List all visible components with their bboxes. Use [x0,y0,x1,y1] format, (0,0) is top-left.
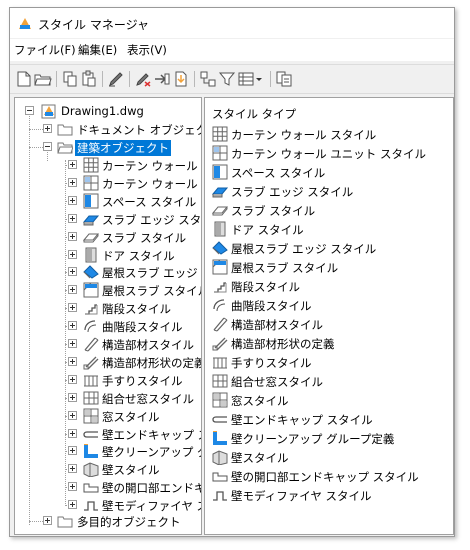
slab-edge-icon [83,215,99,226]
space-icon [83,193,99,209]
member-shape-icon [212,337,228,351]
open-icon[interactable] [34,70,52,88]
menu-view[interactable]: 表示(V) [127,42,167,58]
window-assembly-icon [83,391,99,405]
curtain-wall-unit-icon [83,175,99,191]
roof-slab-edge-icon [212,241,228,255]
wall-modifier-icon [84,501,98,511]
door-icon [214,221,226,237]
window-assembly-icon [212,374,228,388]
purge-icon[interactable] [134,70,152,88]
wall-cleanup-icon [84,444,98,459]
slab-edge-icon [212,187,228,198]
door-icon [85,247,97,262]
opening-endcap-icon [83,483,99,493]
curved-stair-icon [213,299,226,312]
wall-endcap-icon [83,430,98,438]
app-icon [19,18,31,29]
view-mode-icon[interactable] [237,70,255,88]
window-icon [212,392,228,408]
folder-open-icon [57,142,73,154]
curtain-wall-icon [83,157,99,173]
railing-icon [213,357,227,369]
toggle-view-icon[interactable] [199,70,217,88]
wall-modifier-icon [213,491,227,501]
stair-icon [214,282,227,293]
stair-icon [85,304,98,315]
dropdown-icon[interactable] [254,70,264,88]
member-shape-icon [83,356,99,370]
filter-icon[interactable] [218,70,236,88]
wall-icon [83,462,99,478]
roof-slab-icon [83,282,99,298]
import-icon[interactable] [172,70,190,88]
curved-stair-icon [84,320,97,333]
window-title: スタイル マネージャ [38,18,149,32]
member-icon [213,317,228,332]
window-icon [83,408,99,424]
style-manager-window: スタイル マネージャ ファイル(F) 編集(E) 表示(V) Drawing1.… [9,7,455,537]
wall-icon [212,450,228,465]
wall-endcap-icon [212,416,227,423]
style-tree: Drawing1.dwg ドキュメント オブジェクト 建築オブジェクト カーテン… [14,97,202,535]
slab-icon [212,206,228,216]
opening-endcap-icon [212,472,228,482]
roof-slab-edge-icon [83,265,99,280]
edit-style-icon[interactable] [107,70,125,88]
paste-icon[interactable] [80,70,98,88]
copy-icon[interactable] [61,70,79,88]
curtain-wall-unit-icon [212,145,228,161]
slab-icon [83,233,99,243]
new-icon[interactable] [15,70,33,88]
style-type-list: スタイル タイプ カーテン ウォール スタイル カーテン ウォール ユニット スタ… [204,97,454,535]
railing-icon [84,375,98,387]
menu-file[interactable]: ファイル(F) [14,42,76,58]
member-icon [84,337,99,352]
menu-edit[interactable]: 編集(E) [78,42,117,58]
send-icon[interactable] [153,70,171,88]
folder-icon [57,124,73,136]
drawing-icon [41,104,56,119]
title-bar: スタイル マネージャ [10,8,454,38]
menu-bar: ファイル(F) 編集(E) 表示(V) [10,39,454,61]
toolbar [10,64,454,94]
roof-slab-icon [212,259,228,275]
folder-icon [57,516,73,528]
wall-cleanup-icon [213,431,227,445]
curtain-wall-icon [212,126,228,142]
properties-icon[interactable] [275,70,293,88]
list-header: スタイル タイプ [212,107,297,121]
space-icon [212,164,228,180]
